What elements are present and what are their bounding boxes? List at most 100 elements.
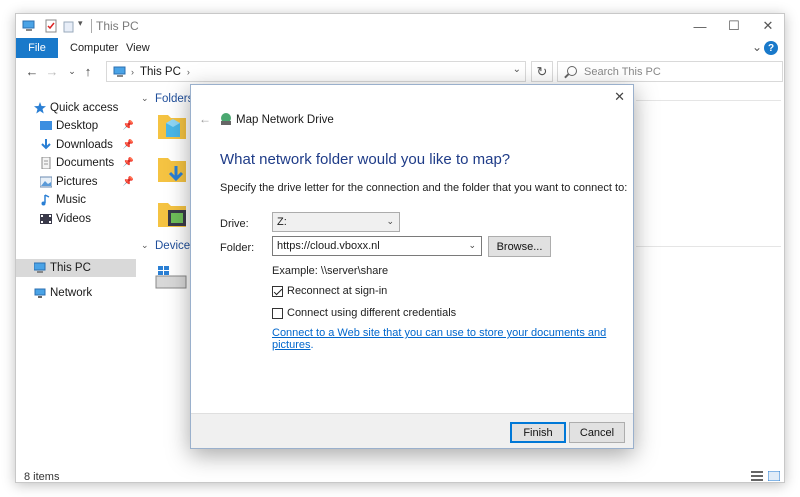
sidebar-item-music[interactable]: Music xyxy=(16,191,136,209)
pin-icon[interactable]: 📌 xyxy=(123,176,134,187)
drive-icon[interactable] xyxy=(154,264,188,294)
dialog-footer: Finish Cancel xyxy=(191,413,633,448)
folder-value: https://cloud.vboxx.nl xyxy=(277,240,380,252)
navigation-pane: Quick access Desktop 📌 Downloads 📌 Docum… xyxy=(16,94,138,454)
ribbon-tabs: File Computer View ⌄ ? xyxy=(16,38,784,58)
computer-icon xyxy=(22,20,35,31)
pin-icon[interactable]: 📌 xyxy=(123,139,134,150)
tab-view[interactable]: View xyxy=(126,38,150,58)
expand-ribbon-icon[interactable]: ⌄ xyxy=(752,40,762,54)
status-item-count: 8 items xyxy=(24,471,60,483)
reconnect-checkbox[interactable] xyxy=(272,285,283,297)
large-icons-view-icon[interactable] xyxy=(768,471,780,481)
breadcrumb-chevron-icon[interactable]: › xyxy=(131,67,134,77)
title-separator xyxy=(91,19,92,33)
videos-icon xyxy=(40,214,52,224)
dialog-back-icon[interactable]: ← xyxy=(199,112,211,126)
download-icon xyxy=(41,139,51,150)
web-site-link[interactable]: Connect to a Web site that you can use t… xyxy=(272,327,606,351)
sidebar-item-label: Pictures xyxy=(56,176,98,188)
map-network-drive-dialog: ✕ ← Map Network Drive What network folde… xyxy=(190,84,634,449)
sidebar-item-desktop[interactable]: Desktop 📌 xyxy=(16,117,136,135)
chevron-down-icon: ⌄ xyxy=(386,216,394,226)
section-divider xyxy=(636,246,781,247)
credentials-checkbox[interactable] xyxy=(272,307,283,319)
browse-button[interactable]: Browse... xyxy=(488,236,551,257)
reconnect-checkbox-row[interactable]: Reconnect at sign-in xyxy=(272,285,387,297)
search-icon xyxy=(567,66,577,76)
folder-label: Folder: xyxy=(220,242,255,254)
folder-videos-icon[interactable] xyxy=(156,199,190,231)
sidebar-item-downloads[interactable]: Downloads 📌 xyxy=(16,136,136,154)
title-bar: ▾ This PC — ☐ ✕ xyxy=(16,14,784,38)
tab-file[interactable]: File xyxy=(16,38,58,58)
sidebar-item-label: Videos xyxy=(56,213,91,225)
document-icon xyxy=(41,157,51,169)
back-icon[interactable]: ← xyxy=(24,62,40,80)
sidebar-item-documents[interactable]: Documents 📌 xyxy=(16,154,136,172)
breadcrumb-chevron-icon[interactable]: › xyxy=(187,67,190,77)
properties-icon[interactable] xyxy=(44,19,58,33)
sidebar-item-this-pc[interactable]: This PC xyxy=(16,259,136,277)
forward-icon[interactable]: → xyxy=(44,62,60,80)
sidebar-item-label: Documents xyxy=(56,157,115,169)
cancel-button[interactable]: Cancel xyxy=(569,422,625,443)
sidebar-item-label: Downloads xyxy=(56,139,113,151)
chevron-down-icon[interactable]: ⌄ xyxy=(468,240,476,251)
search-placeholder: Search This PC xyxy=(584,65,661,78)
collapse-chevron-icon[interactable]: ⌄ xyxy=(141,240,149,251)
sidebar-item-pictures[interactable]: Pictures 📌 xyxy=(16,173,136,191)
star-icon xyxy=(34,102,46,114)
link-suffix: . xyxy=(310,339,314,351)
dialog-close-icon[interactable]: ✕ xyxy=(614,89,625,105)
help-icon[interactable]: ? xyxy=(764,41,778,55)
breadcrumb[interactable]: This PC xyxy=(140,66,181,78)
up-icon[interactable]: ↑ xyxy=(80,62,96,80)
finish-button[interactable]: Finish xyxy=(510,422,566,443)
maximize-icon[interactable]: ☐ xyxy=(717,14,751,38)
sidebar-item-label: Music xyxy=(56,194,87,206)
address-bar[interactable]: › This PC › ⌄ xyxy=(106,61,526,82)
folder-3d-objects-icon[interactable] xyxy=(156,111,190,143)
search-input[interactable]: Search This PC xyxy=(557,61,783,82)
collapse-chevron-icon[interactable]: ⌄ xyxy=(141,93,149,104)
new-folder-icon[interactable] xyxy=(62,19,76,33)
section-divider xyxy=(636,100,781,101)
close-icon[interactable]: ✕ xyxy=(751,14,784,38)
details-view-icon[interactable] xyxy=(751,471,763,481)
drive-value: Z: xyxy=(277,216,287,228)
sidebar-item-label: Desktop xyxy=(56,120,99,132)
credentials-checkbox-row[interactable]: Connect using different credentials xyxy=(272,307,456,319)
address-dropdown-icon[interactable]: ⌄ xyxy=(513,64,521,75)
music-icon xyxy=(41,194,50,206)
sidebar-item-network[interactable]: Network xyxy=(16,284,136,302)
credentials-label: Connect using different credentials xyxy=(287,307,457,319)
recent-locations-icon[interactable]: ⌄ xyxy=(64,62,80,80)
drive-label: Drive: xyxy=(220,218,249,230)
sidebar-item-videos[interactable]: Videos xyxy=(16,210,136,228)
minimize-icon[interactable]: — xyxy=(683,14,717,38)
folder-example: Example: \\server\share xyxy=(272,265,389,277)
customize-qa-icon[interactable]: ▾ xyxy=(78,18,83,29)
network-drive-icon xyxy=(221,113,231,125)
tab-computer[interactable]: Computer xyxy=(70,38,118,58)
sidebar-item-label: This PC xyxy=(50,262,91,274)
window-title: This PC xyxy=(96,19,139,33)
navigation-bar: ← → ⌄ ↑ › This PC › ⌄ ↻ Search This PC xyxy=(16,58,784,84)
sidebar-item-quick-access[interactable]: Quick access xyxy=(16,99,136,117)
dialog-title: Map Network Drive xyxy=(236,114,334,126)
pictures-icon xyxy=(40,176,52,188)
web-site-link-row: Connect to a Web site that you can use t… xyxy=(272,327,633,351)
folder-input[interactable]: https://cloud.vboxx.nl ⌄ xyxy=(272,236,482,256)
reconnect-label: Reconnect at sign-in xyxy=(287,285,388,297)
folder-downloads-icon[interactable] xyxy=(156,154,190,186)
drive-select[interactable]: Z: ⌄ xyxy=(272,212,400,232)
pin-icon[interactable]: 📌 xyxy=(123,120,134,131)
dialog-heading: What network folder would you like to ma… xyxy=(220,151,511,168)
computer-icon xyxy=(113,66,126,77)
sidebar-item-label: Network xyxy=(50,287,93,299)
refresh-icon[interactable]: ↻ xyxy=(531,61,553,82)
network-icon xyxy=(34,288,46,298)
pin-icon[interactable]: 📌 xyxy=(123,157,134,168)
desktop-icon xyxy=(40,121,52,130)
